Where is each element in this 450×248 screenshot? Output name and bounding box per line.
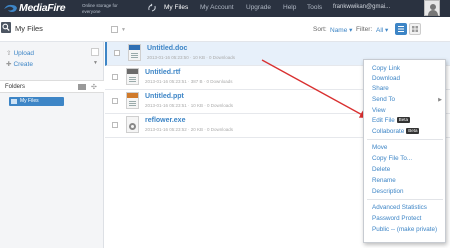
file-name[interactable]: Untitled.doc	[147, 45, 187, 52]
nav-help[interactable]: Help	[283, 4, 296, 11]
plus-icon: ✚	[6, 61, 12, 68]
menu-item-copy-file-to[interactable]: Copy File To...	[372, 155, 412, 162]
sync-icon[interactable]	[147, 3, 157, 13]
row-checkbox[interactable]	[112, 98, 118, 104]
menu-item-label: Collaborate	[372, 128, 405, 135]
file-name[interactable]: Untitled.rtf	[145, 69, 180, 76]
file-name[interactable]: reflower.exe	[145, 117, 185, 124]
tab-folders[interactable]: Folders	[5, 84, 25, 90]
list-view-icon	[398, 26, 404, 32]
mediafire-logo-icon[interactable]	[3, 3, 18, 14]
filter-dropdown[interactable]: All ▾	[376, 26, 388, 34]
collapse-tree-icon[interactable]: ✣	[91, 83, 97, 91]
list-view-button[interactable]	[395, 23, 407, 35]
page-title: My Files	[15, 24, 43, 33]
sort-dropdown[interactable]: Name ▾	[330, 26, 352, 34]
menu-item-edit-file[interactable]: Edit File Beta	[372, 117, 411, 124]
beta-badge: Beta	[406, 128, 420, 134]
create-label: Create	[13, 61, 33, 68]
folders-header: Folders ✣	[0, 80, 104, 93]
menu-item-delete[interactable]: Delete	[372, 166, 390, 173]
files-toolbar: My Files ▼ Sort: Name ▾ Filter: All ▾	[0, 17, 450, 42]
upload-options-button[interactable]	[91, 48, 99, 56]
nav-my-files[interactable]: My Files	[164, 4, 188, 11]
tagline: Online storage for everyone	[82, 3, 118, 14]
sidebar: ⇧ Upload ✚ Create ▼ Folders ✣ My Files	[0, 42, 104, 248]
chevron-down-icon[interactable]: ▼	[121, 27, 126, 33]
upload-label: Upload	[13, 50, 35, 57]
file-meta: 2013-01-16 05:23:51 · 10 KB · 0 Download…	[145, 103, 234, 108]
menu-divider	[367, 139, 443, 140]
search-icon	[2, 23, 10, 32]
grid-view-button[interactable]	[409, 23, 421, 35]
search-button[interactable]	[1, 22, 11, 33]
nav-my-account[interactable]: My Account	[200, 4, 234, 11]
upload-button[interactable]: ⇧ Upload	[6, 49, 34, 57]
nav-upgrade[interactable]: Upgrade	[246, 4, 271, 11]
exe-file-icon	[126, 116, 139, 133]
menu-item-move[interactable]: Move	[372, 144, 387, 151]
filter-label: Filter:	[356, 26, 373, 33]
create-button[interactable]: ✚ Create	[6, 60, 33, 68]
avatar[interactable]	[424, 0, 440, 16]
ppt-file-icon	[126, 92, 139, 109]
chevron-down-icon[interactable]: ▼	[93, 60, 98, 66]
tree-item-label: My Files	[20, 98, 39, 104]
nav-tools[interactable]: Tools	[307, 4, 322, 11]
grid-view-icon	[412, 26, 418, 32]
menu-item-view[interactable]: View	[372, 107, 386, 114]
menu-item-advanced-statistics[interactable]: Advanced Statistics	[372, 204, 427, 211]
sort-label: Sort:	[313, 26, 327, 33]
doc-file-icon	[128, 44, 141, 61]
menu-divider	[367, 199, 443, 200]
menu-item-password-protect[interactable]: Password Protect	[372, 215, 421, 222]
select-all-checkbox[interactable]	[111, 26, 118, 33]
new-folder-icon[interactable]	[78, 84, 86, 90]
menu-item-send-to[interactable]: Send To	[372, 96, 395, 103]
file-meta: 2013-01-16 05:23:50 · 10 KB · 0 Download…	[147, 55, 236, 60]
logo-text[interactable]: MediaFire	[19, 2, 66, 14]
row-checkbox[interactable]	[112, 122, 118, 128]
beta-badge: Beta	[396, 117, 411, 123]
file-meta: 2013-01-16 05:23:51 · 387 B · 0 Download…	[145, 79, 233, 84]
row-checkbox[interactable]	[114, 50, 120, 56]
menu-item-copy-link[interactable]: Copy Link	[372, 65, 400, 72]
menu-item-rename[interactable]: Rename	[372, 177, 396, 184]
upload-arrow-icon: ⇧	[6, 50, 12, 57]
menu-item-share[interactable]: Share	[372, 85, 389, 92]
top-nav-bar: MediaFire Online storage for everyone My…	[0, 0, 450, 17]
row-checkbox[interactable]	[112, 74, 118, 80]
menu-item-label: Edit File	[372, 117, 395, 124]
file-name[interactable]: Untitled.ppt	[145, 93, 184, 100]
avatar-body-shape	[428, 10, 438, 16]
context-menu: Copy Link Download Share Send To ▶ View …	[363, 59, 446, 243]
user-account-name[interactable]: frankwwikan@gmai...	[333, 4, 390, 10]
menu-item-description[interactable]: Description	[372, 188, 404, 195]
folder-icon	[11, 99, 17, 104]
menu-item-collaborate[interactable]: Collaborate Beta	[372, 128, 420, 135]
rtf-file-icon	[126, 68, 139, 85]
file-meta: 2013-01-16 05:23:52 · 20 KB · 0 Download…	[145, 127, 234, 132]
submenu-arrow-icon: ▶	[438, 97, 442, 103]
tree-item-my-files[interactable]: My Files	[9, 97, 64, 106]
menu-item-download[interactable]: Download	[372, 75, 400, 82]
menu-item-public[interactable]: Public -- (make private)	[372, 226, 437, 233]
